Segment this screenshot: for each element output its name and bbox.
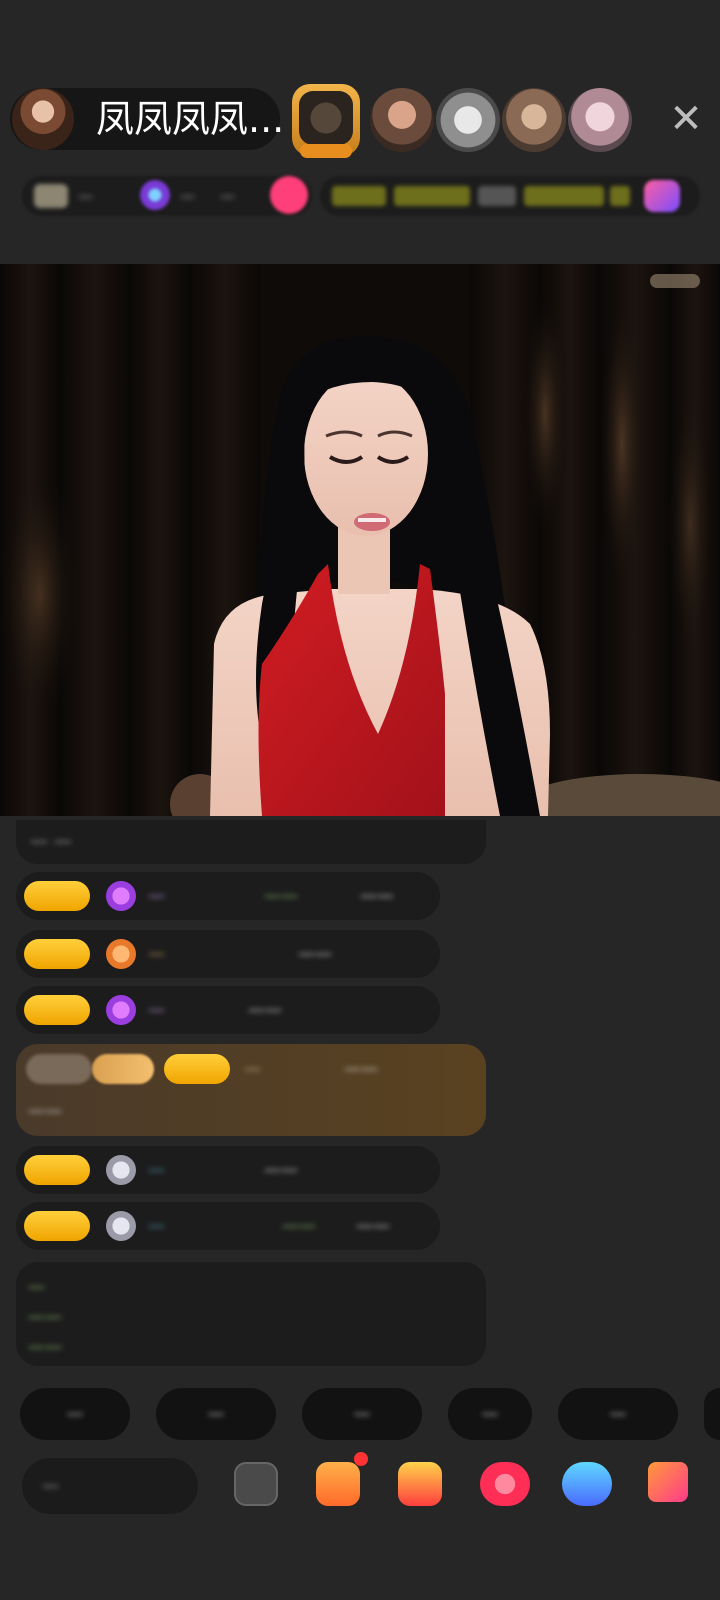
- user-level-badge: [24, 995, 90, 1025]
- user-level-badge: [24, 1211, 90, 1241]
- chat-text-green: ——: [282, 1216, 316, 1236]
- chip-label: —: [353, 1404, 371, 1424]
- quick-chip-3[interactable]: —: [302, 1388, 422, 1440]
- chat-system-message: [16, 820, 486, 864]
- silver-level-icon: [106, 1155, 136, 1185]
- chat-text: —: [148, 944, 165, 964]
- stats-text-3: —: [220, 187, 235, 205]
- quick-chip-1[interactable]: —: [20, 1388, 130, 1440]
- chat-text-white: ——: [298, 944, 332, 964]
- quick-chip-6[interactable]: [704, 1388, 720, 1440]
- viewer-avatar-5[interactable]: [568, 88, 632, 152]
- stats-text-2: —: [180, 187, 195, 205]
- diamond-icon: [106, 881, 136, 911]
- gift-box-icon[interactable]: [316, 1462, 360, 1506]
- chat-text: —: [148, 1000, 165, 1020]
- chat-text: —: [148, 886, 165, 906]
- rank-tag-5: [610, 186, 630, 206]
- rank-tag-4: [524, 186, 604, 206]
- notification-dot: [354, 1452, 368, 1466]
- top-viewer-avatar-1[interactable]: [299, 91, 353, 145]
- host-name[interactable]: 凤凤凤凤...: [96, 96, 284, 142]
- level-icon: [34, 184, 68, 208]
- chat-system-text: — —: [30, 831, 72, 852]
- viewer-avatar-3[interactable]: [436, 88, 500, 152]
- live-video[interactable]: [0, 264, 720, 816]
- chat-notice: [16, 1262, 486, 1366]
- chat-text-white: ——: [248, 1000, 282, 1020]
- silver-level-icon: [106, 1211, 136, 1241]
- chat-text-white: ——: [264, 1160, 298, 1180]
- fan-badge: [24, 939, 90, 969]
- chat-text-white: ——: [356, 1216, 390, 1236]
- quick-chip-2[interactable]: —: [156, 1388, 276, 1440]
- chip-label: —: [481, 1404, 499, 1424]
- quick-chip-4[interactable]: —: [448, 1388, 532, 1440]
- chat-text-green: ——: [264, 886, 298, 906]
- fans-icon: [140, 180, 170, 210]
- host-avatar[interactable]: [12, 88, 74, 150]
- treasure-icon[interactable]: [398, 1462, 442, 1506]
- chat-text: —: [244, 1059, 261, 1079]
- chip-label: —: [207, 1404, 225, 1424]
- chat-input[interactable]: —: [22, 1458, 198, 1514]
- fan-badge: [164, 1054, 230, 1084]
- rank-tag-1: [332, 186, 386, 206]
- chat-input-placeholder: —: [42, 1476, 59, 1496]
- rank-tag-2: [394, 186, 470, 206]
- chat-text-white: ——: [344, 1059, 378, 1079]
- chat-text-white: ——: [360, 886, 394, 906]
- top-rank-ribbon: [300, 144, 352, 158]
- grid-icon[interactable]: [648, 1462, 688, 1502]
- chat-text-white-2: ——: [28, 1101, 62, 1121]
- chip-label: —: [66, 1404, 84, 1424]
- gift-badge-icon[interactable]: [270, 176, 308, 214]
- chat-text: —: [148, 1160, 165, 1180]
- quick-chip-5[interactable]: —: [558, 1388, 678, 1440]
- notice-text-line-2: ——: [28, 1307, 62, 1327]
- vip-tag: [26, 1054, 92, 1084]
- orange-level-icon: [106, 939, 136, 969]
- close-icon[interactable]: ✕: [664, 94, 708, 144]
- chip-label: —: [609, 1404, 627, 1424]
- notice-text-line-3: ——: [28, 1337, 62, 1357]
- game-icon[interactable]: [562, 1462, 612, 1506]
- notice-text: —: [28, 1277, 45, 1297]
- vip-frame-badge: [92, 1054, 154, 1084]
- emoji-icon[interactable]: [234, 1462, 278, 1506]
- viewer-avatar-2[interactable]: [370, 88, 434, 152]
- user-level-badge: [24, 881, 90, 911]
- rank-tag-3: [478, 186, 516, 206]
- rank-crown-icon[interactable]: [644, 180, 680, 212]
- user-level-badge: [24, 1155, 90, 1185]
- chat-text: —: [148, 1216, 165, 1236]
- video-frame: [0, 264, 720, 816]
- heart-icon[interactable]: [480, 1462, 530, 1506]
- stats-text-1: —: [78, 187, 93, 205]
- viewer-avatar-4[interactable]: [502, 88, 566, 152]
- diamond-icon: [106, 995, 136, 1025]
